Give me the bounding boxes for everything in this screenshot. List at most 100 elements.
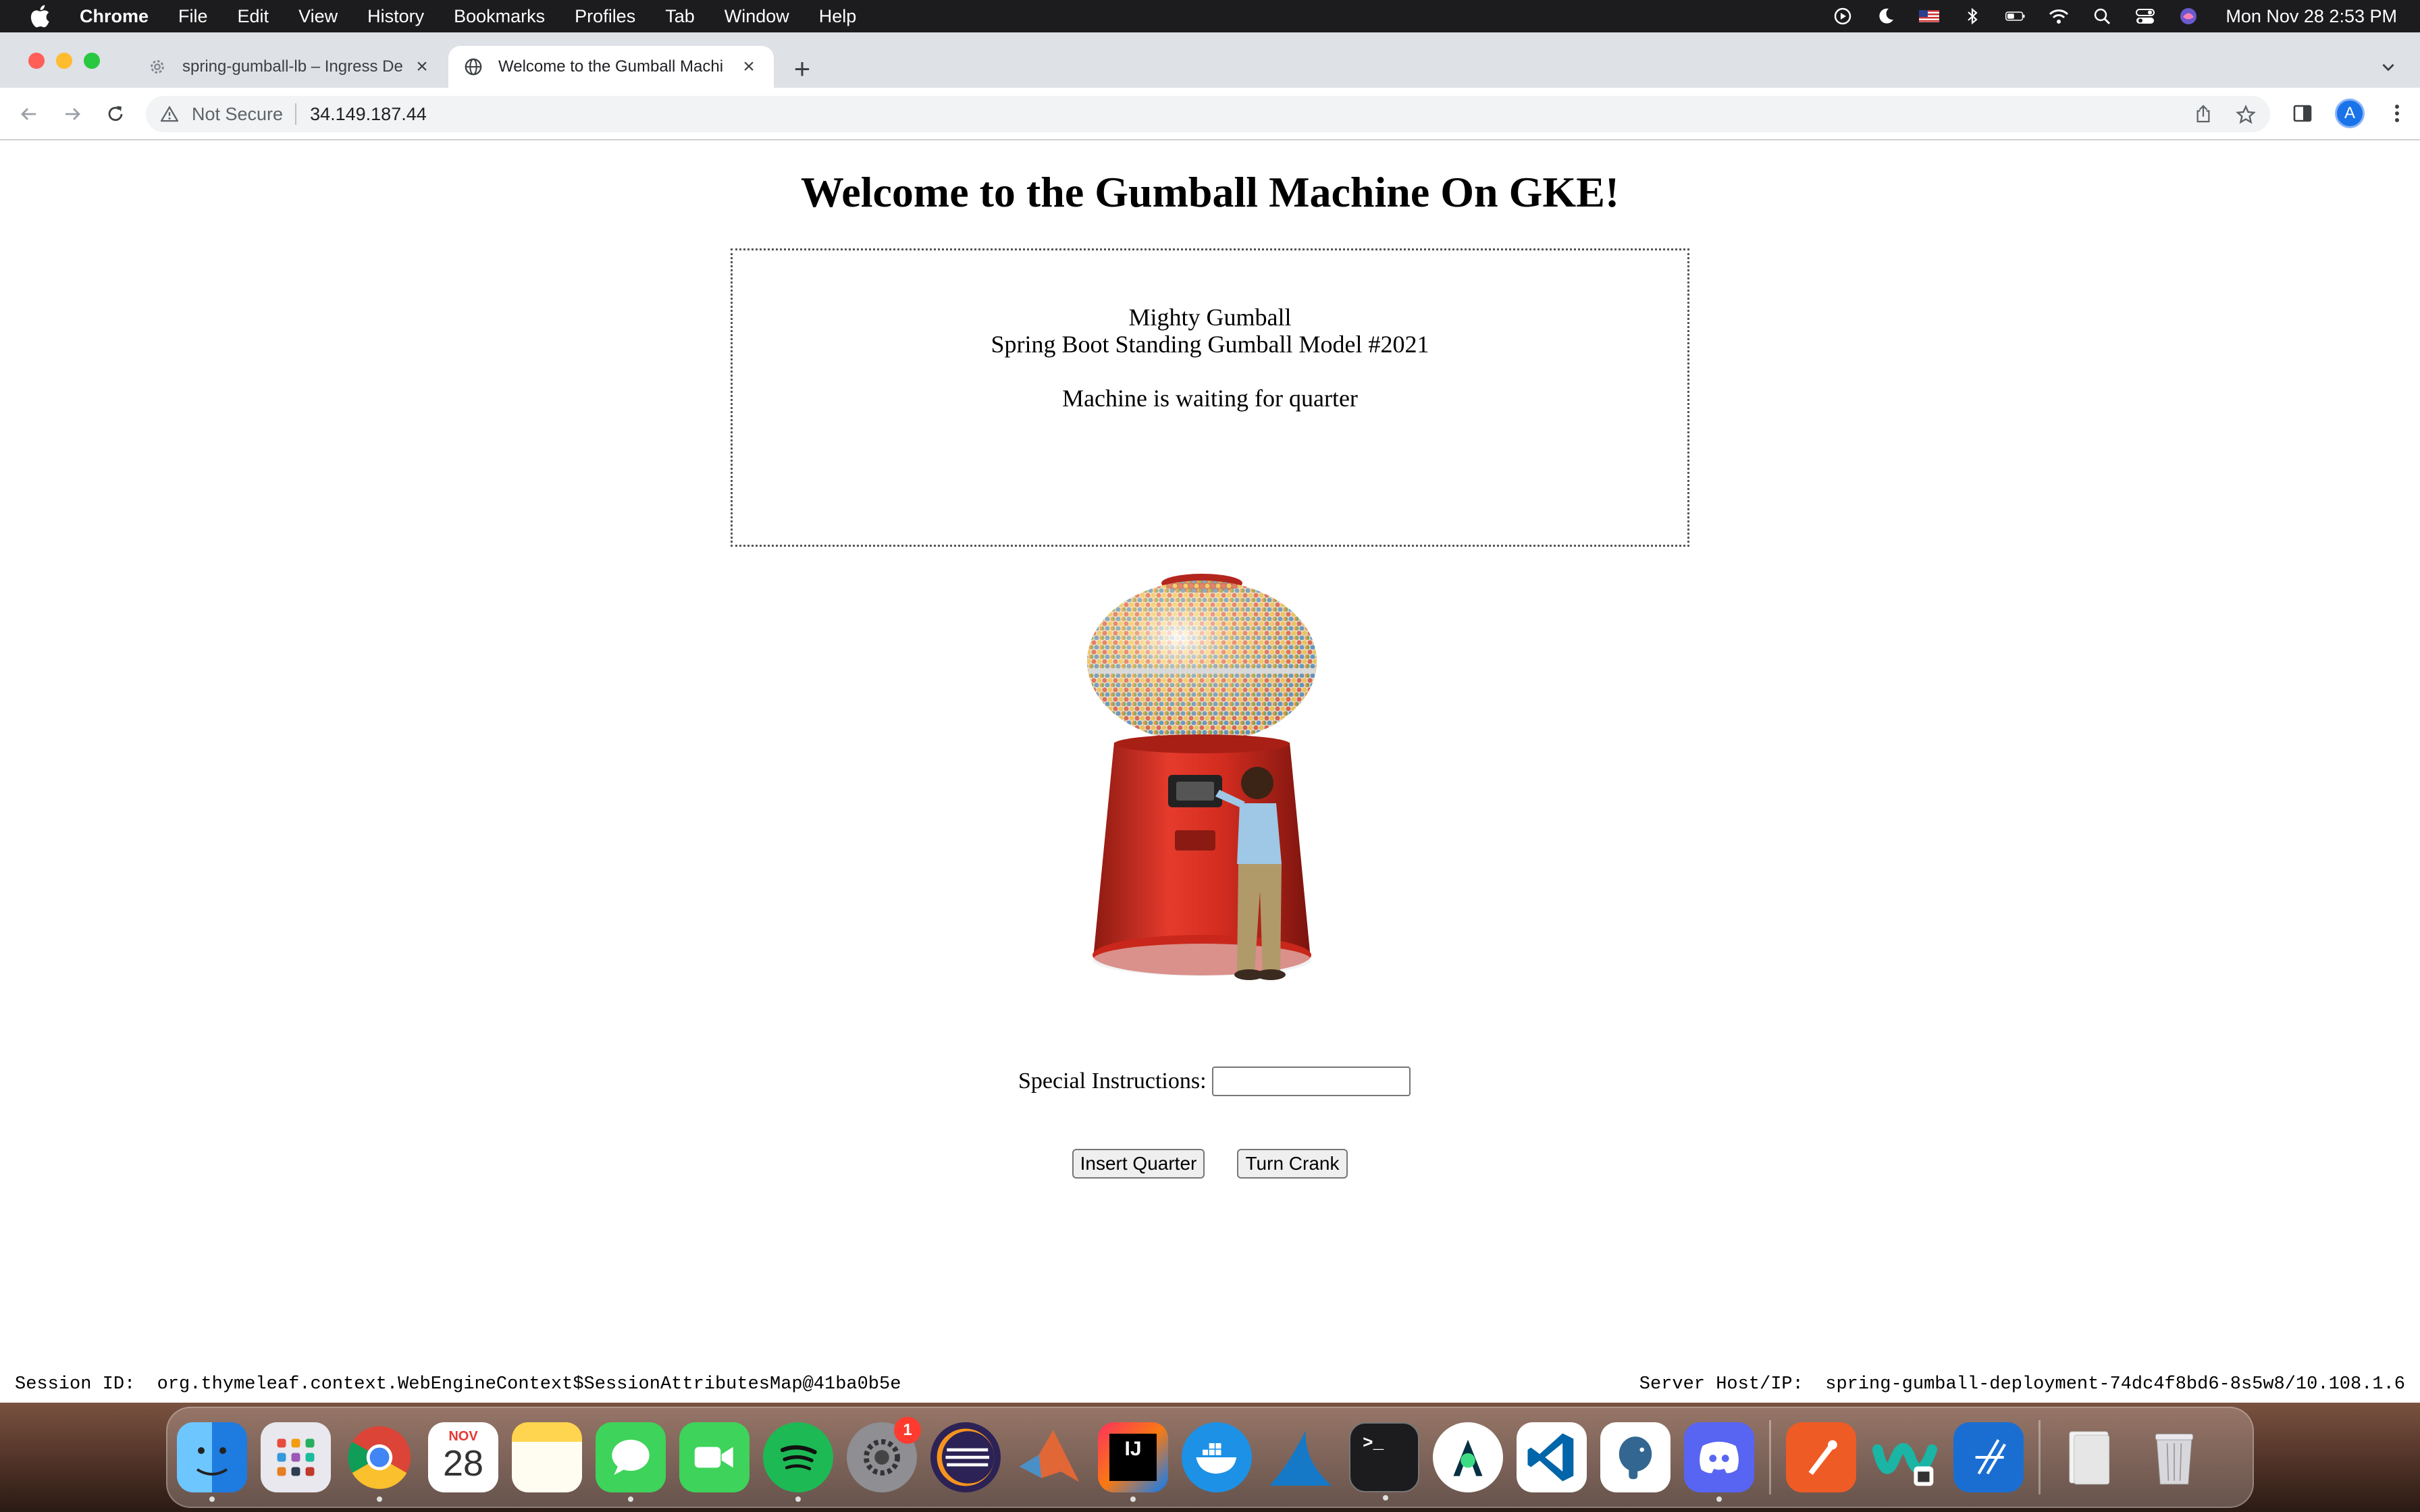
session-info: Session ID: org.thymeleaf.context.WebEng… bbox=[15, 1374, 901, 1395]
session-id-value: org.thymeleaf.context.WebEngineContext$S… bbox=[157, 1374, 901, 1395]
launchpad-icon[interactable] bbox=[261, 1422, 331, 1492]
dock-divider bbox=[2038, 1420, 2041, 1494]
menu-chrome[interactable]: Chrome bbox=[80, 6, 149, 27]
server-host-value: spring-gumball-deployment-74dc4f8bd6-8s5… bbox=[1825, 1374, 2405, 1395]
siri-icon[interactable] bbox=[2177, 6, 2200, 26]
zoom-window-button[interactable] bbox=[84, 53, 100, 69]
share-icon[interactable] bbox=[2193, 104, 2213, 124]
system-settings-icon[interactable]: 1 bbox=[847, 1417, 921, 1492]
calendar-day: 28 bbox=[442, 1443, 484, 1484]
trash-icon[interactable] bbox=[2139, 1422, 2209, 1492]
facetime-icon[interactable] bbox=[679, 1422, 749, 1492]
page-title: Welcome to the Gumball Machine On GKE! bbox=[800, 168, 1620, 216]
warning-triangle-icon[interactable] bbox=[159, 104, 180, 124]
dock-divider bbox=[1769, 1420, 1771, 1494]
bluetooth-icon[interactable] bbox=[1961, 6, 1984, 26]
close-tab-icon[interactable]: × bbox=[739, 55, 759, 78]
tab-search-chevron-icon[interactable] bbox=[2377, 57, 2400, 77]
reload-icon[interactable] bbox=[103, 101, 128, 127]
tab-gumball[interactable]: Welcome to the Gumball Machi × bbox=[448, 46, 774, 88]
chrome-icon[interactable] bbox=[344, 1422, 415, 1502]
special-instructions-label: Special Instructions: bbox=[1018, 1069, 1207, 1094]
machine-name: Mighty Gumball bbox=[1128, 304, 1292, 331]
spotlight-search-icon[interactable] bbox=[2090, 6, 2113, 26]
gumball-machine-image bbox=[1080, 574, 1323, 992]
new-tab-button[interactable]: + bbox=[789, 53, 816, 84]
finder-icon[interactable] bbox=[177, 1422, 247, 1502]
intellij-icon[interactable]: IJ bbox=[1098, 1422, 1168, 1502]
eclipse-icon[interactable] bbox=[930, 1422, 1001, 1492]
wifi-icon[interactable] bbox=[2047, 6, 2070, 26]
matlab-icon[interactable] bbox=[1014, 1422, 1084, 1492]
files-icon[interactable] bbox=[2055, 1422, 2126, 1492]
minimize-window-button[interactable] bbox=[56, 53, 72, 69]
address-bar[interactable]: Not Secure 34.149.187.44 bbox=[146, 96, 2270, 132]
page-footer: Session ID: org.thymeleaf.context.WebEng… bbox=[0, 1365, 2420, 1403]
menu-history[interactable]: History bbox=[367, 6, 424, 27]
calendar-month: NOV bbox=[448, 1429, 478, 1444]
session-id-label: Session ID: bbox=[15, 1374, 136, 1395]
notification-badge: 1 bbox=[894, 1417, 921, 1444]
dock: NOV 28 1 IJ >_ bbox=[166, 1407, 2254, 1508]
postman-icon[interactable] bbox=[1786, 1422, 1856, 1492]
vscode-icon[interactable] bbox=[1517, 1422, 1587, 1492]
spotify-icon[interactable] bbox=[763, 1422, 833, 1502]
tab-strip: spring-gumball-lb – Ingress De × Welcome… bbox=[0, 32, 2420, 88]
machine-status: Machine is waiting for quarter bbox=[1062, 385, 1358, 412]
apple-icon[interactable] bbox=[28, 5, 51, 28]
menu-bookmarks[interactable]: Bookmarks bbox=[454, 6, 545, 27]
gear-favicon-icon bbox=[147, 57, 167, 77]
webex-icon[interactable] bbox=[1870, 1422, 1940, 1492]
window-controls bbox=[28, 53, 100, 69]
menu-edit[interactable]: Edit bbox=[238, 6, 269, 27]
xcode-icon[interactable] bbox=[1953, 1422, 2024, 1492]
messages-icon[interactable] bbox=[596, 1422, 666, 1502]
menu-window[interactable]: Window bbox=[725, 6, 789, 27]
menu-bar: Chrome File Edit View History Bookmarks … bbox=[0, 0, 2420, 32]
menu-file[interactable]: File bbox=[178, 6, 208, 27]
more-menu-icon[interactable] bbox=[2384, 97, 2411, 130]
menu-view[interactable]: View bbox=[298, 6, 338, 27]
tab-ingress[interactable]: spring-gumball-lb – Ingress De × bbox=[132, 46, 447, 88]
forward-arrow-icon[interactable] bbox=[59, 101, 85, 127]
machine-model: Spring Boot Standing Gumball Model #2021 bbox=[991, 331, 1429, 358]
discord-icon[interactable] bbox=[1684, 1422, 1754, 1502]
bookmark-star-icon[interactable] bbox=[2235, 104, 2257, 126]
android-studio-icon[interactable] bbox=[1433, 1422, 1503, 1492]
profile-avatar[interactable]: A bbox=[2335, 99, 2365, 128]
url-text[interactable]: 34.149.187.44 bbox=[310, 104, 427, 125]
notes-icon[interactable] bbox=[512, 1422, 582, 1492]
machine-info-box: Mighty Gumball Spring Boot Standing Gumb… bbox=[731, 248, 1689, 547]
battery-icon[interactable] bbox=[2004, 6, 2027, 26]
wireshark-icon[interactable] bbox=[1265, 1422, 1336, 1492]
docker-icon[interactable] bbox=[1182, 1422, 1252, 1492]
terminal-icon[interactable]: >_ bbox=[1349, 1422, 1419, 1501]
special-instructions-input[interactable] bbox=[1211, 1066, 1411, 1096]
browser-toolbar: Not Secure 34.149.187.44 A bbox=[0, 88, 2420, 140]
input-flag-icon[interactable] bbox=[1918, 6, 1941, 26]
close-window-button[interactable] bbox=[28, 53, 45, 69]
focus-moon-icon[interactable] bbox=[1874, 6, 1897, 26]
menu-profiles[interactable]: Profiles bbox=[575, 6, 635, 27]
menu-tab[interactable]: Tab bbox=[665, 6, 695, 27]
postgres-icon[interactable] bbox=[1600, 1422, 1671, 1492]
calendar-icon[interactable]: NOV 28 bbox=[428, 1422, 498, 1492]
menu-help[interactable]: Help bbox=[819, 6, 857, 27]
menu-clock[interactable]: Mon Nov 28 2:53 PM bbox=[2226, 6, 2397, 27]
side-panel-icon[interactable] bbox=[2289, 97, 2316, 130]
special-instructions-row: Special Instructions: bbox=[1018, 1066, 1411, 1096]
web-page: Welcome to the Gumball Machine On GKE! M… bbox=[0, 140, 2420, 1403]
server-info: Server Host/IP: spring-gumball-deploymen… bbox=[1639, 1374, 2405, 1395]
tab-title: Welcome to the Gumball Machi bbox=[498, 57, 724, 76]
turn-crank-button[interactable]: Turn Crank bbox=[1237, 1149, 1348, 1179]
not-secure-label[interactable]: Not Secure bbox=[192, 104, 283, 125]
tab-title: spring-gumball-lb – Ingress De bbox=[182, 57, 403, 76]
control-center-icon[interactable] bbox=[2134, 6, 2157, 26]
now-playing-icon[interactable] bbox=[1831, 6, 1854, 26]
close-tab-icon[interactable]: × bbox=[412, 55, 432, 78]
insert-quarter-button[interactable]: Insert Quarter bbox=[1072, 1149, 1205, 1179]
globe-favicon-icon bbox=[463, 57, 483, 77]
back-arrow-icon[interactable] bbox=[16, 101, 42, 127]
toolbar-actions: A bbox=[2289, 97, 2411, 130]
server-host-label: Server Host/IP: bbox=[1639, 1374, 1804, 1395]
